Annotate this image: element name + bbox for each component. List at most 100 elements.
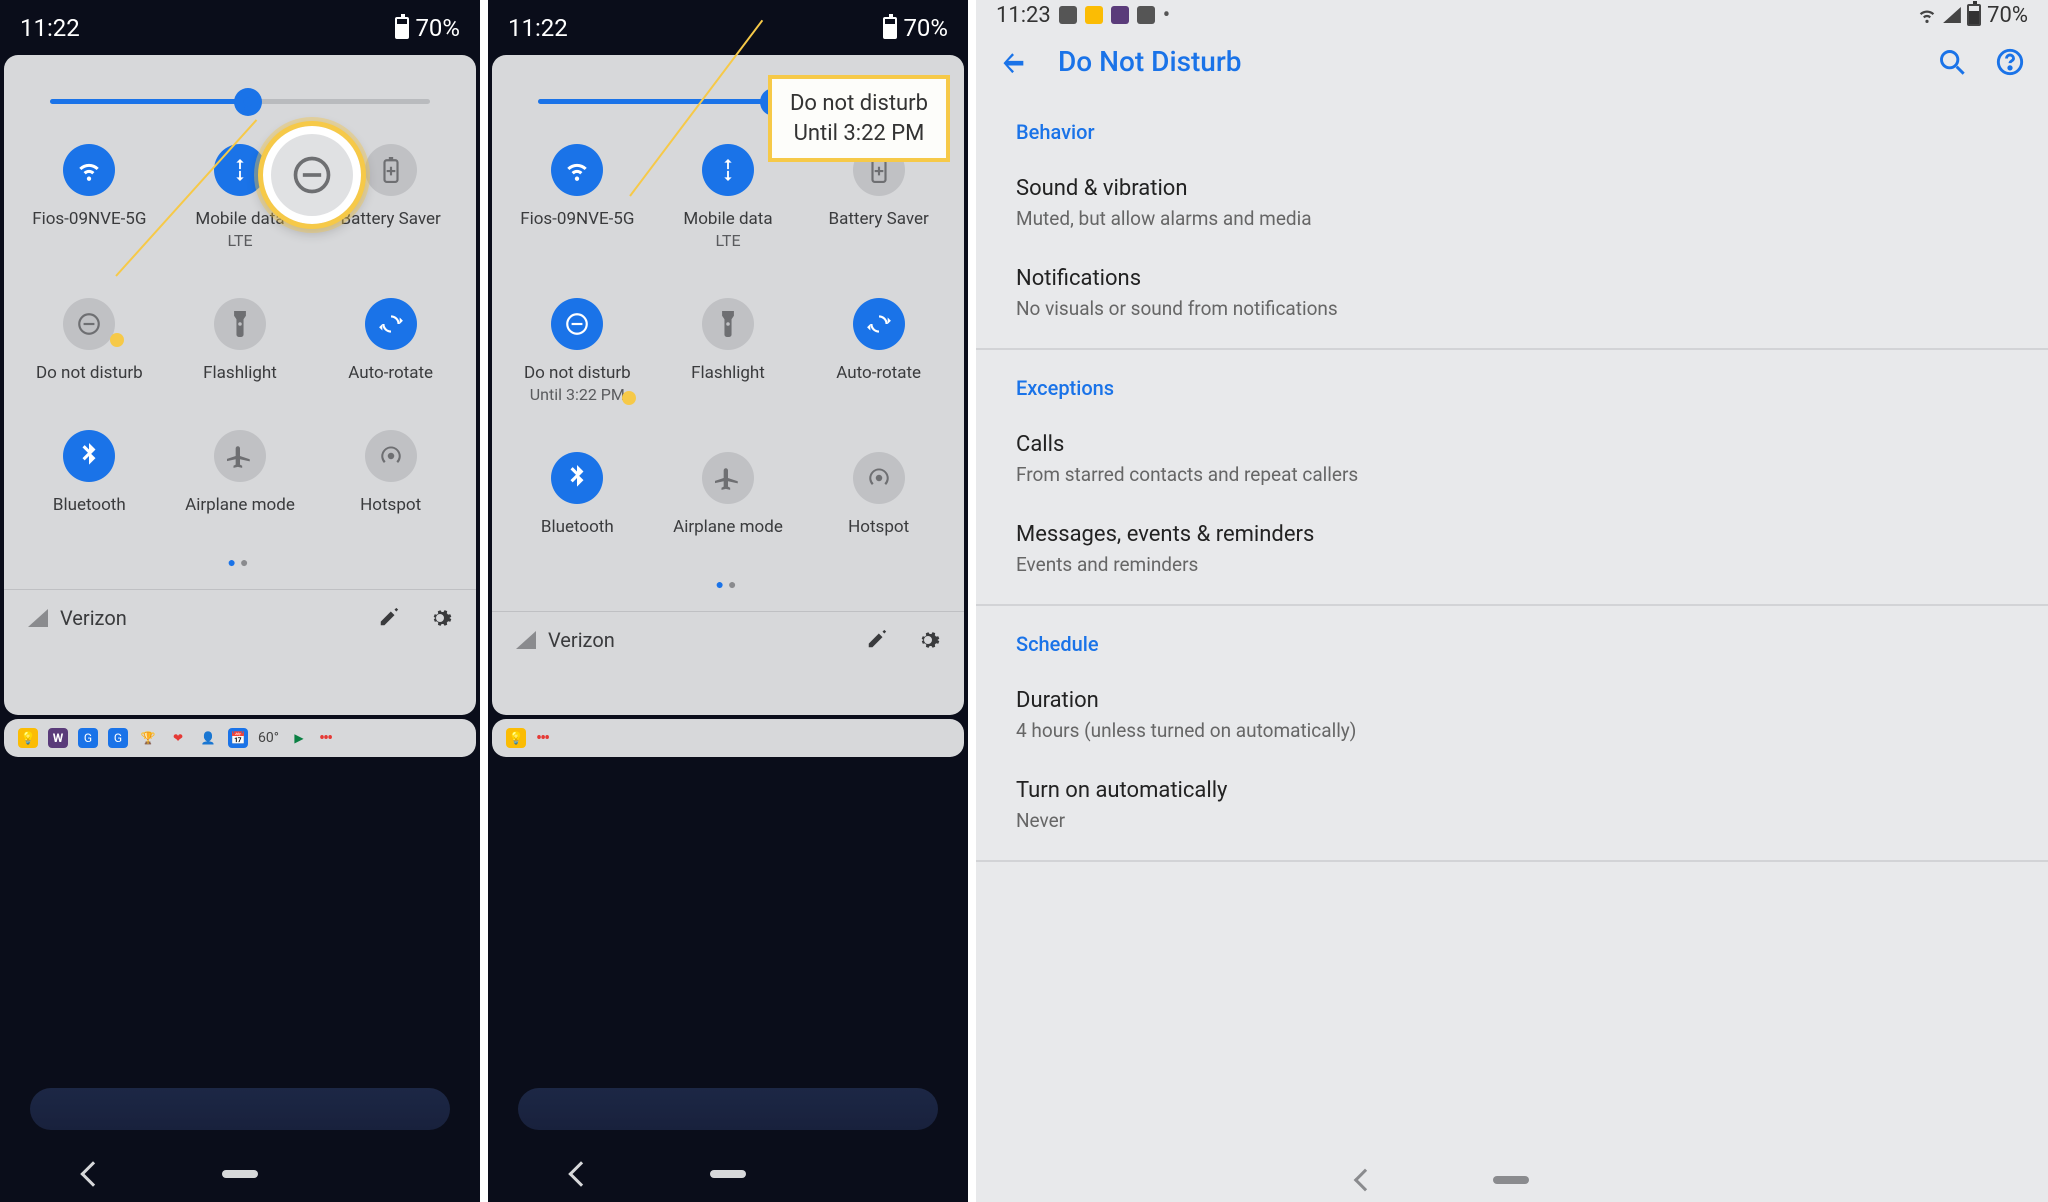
wifi-icon: [551, 144, 603, 196]
section-exceptions: Exceptions: [976, 350, 2048, 414]
tile-flashlight[interactable]: Flashlight: [653, 298, 804, 406]
bluetooth-icon: [551, 452, 603, 504]
page-indicator: ●●: [4, 536, 476, 589]
signal-icon: [516, 631, 536, 649]
tile-hotspot[interactable]: Hotspot: [315, 430, 466, 516]
auto-rotate-icon: [853, 298, 905, 350]
setting-notifications[interactable]: Notifications No visuals or sound from n…: [976, 248, 2048, 338]
page-indicator: ●●: [492, 558, 964, 611]
partial-card-peek: [518, 1088, 938, 1130]
battery-pct: 70%: [1987, 3, 2028, 28]
setting-duration[interactable]: Duration 4 hours (unless turned on autom…: [976, 670, 2048, 760]
section-behavior: Behavior: [976, 94, 2048, 158]
status-bar: 11:23 • 70%: [976, 0, 2048, 30]
nav-home-pill[interactable]: [222, 1170, 258, 1178]
nav-bar: [976, 1158, 2048, 1202]
flashlight-icon: [214, 298, 266, 350]
nav-bar: [488, 1146, 968, 1202]
airplane-icon: [214, 430, 266, 482]
battery-saver-icon: [365, 144, 417, 196]
status-app-icon: [1085, 6, 1103, 24]
search-icon[interactable]: [1938, 48, 1966, 76]
nav-bar: [0, 1146, 480, 1202]
mobile-data-icon: [702, 144, 754, 196]
help-icon[interactable]: [1996, 48, 2024, 76]
divider: [976, 860, 2048, 862]
tile-airplane-mode[interactable]: Airplane mode: [165, 430, 316, 516]
setting-calls[interactable]: Calls From starred contacts and repeat c…: [976, 414, 2048, 504]
brightness-thumb-gear-icon[interactable]: [234, 88, 262, 116]
screenshot-panel-1: 11:22 70% Fios-09NVE-5G: [0, 0, 480, 1202]
airplane-icon: [702, 452, 754, 504]
settings-gear-icon[interactable]: [428, 606, 452, 630]
status-right: 70%: [883, 14, 948, 42]
setting-turn-on-auto[interactable]: Turn on automatically Never: [976, 760, 2048, 850]
tile-bluetooth[interactable]: Bluetooth: [14, 430, 165, 516]
setting-messages-events[interactable]: Messages, events & reminders Events and …: [976, 504, 2048, 594]
settings-gear-icon[interactable]: [916, 628, 940, 652]
status-app-icon: [1111, 6, 1129, 24]
notification-icon-strip[interactable]: 💡 •••: [492, 719, 964, 757]
screenshot-panel-2: 11:22 70% Do not disturb Until 3:22 PM F…: [488, 0, 968, 1202]
page-title: Do Not Disturb: [1058, 45, 1908, 78]
tile-bluetooth[interactable]: Bluetooth: [502, 452, 653, 538]
edit-icon[interactable]: [866, 628, 888, 650]
battery-pct: 70%: [415, 14, 460, 42]
auto-rotate-icon: [365, 298, 417, 350]
status-app-icon: [1137, 6, 1155, 24]
magnifier-callout: [258, 121, 366, 229]
bluetooth-icon: [63, 430, 115, 482]
nav-back-icon[interactable]: [568, 1161, 593, 1186]
carrier-label: Verizon: [516, 628, 615, 652]
wifi-icon: [63, 144, 115, 196]
status-time: 11:22: [20, 14, 80, 42]
status-bar: 11:22 70%: [488, 0, 968, 55]
setting-sound-vibration[interactable]: Sound & vibration Muted, but allow alarm…: [976, 158, 2048, 248]
section-schedule: Schedule: [976, 606, 2048, 670]
qs-footer: Verizon: [492, 611, 964, 668]
signal-icon: [1943, 7, 1961, 23]
status-right: 70%: [395, 14, 460, 42]
quick-settings-panel: Do not disturb Until 3:22 PM Fios-09NVE-…: [492, 55, 964, 715]
tile-auto-rotate[interactable]: Auto-rotate: [803, 298, 954, 406]
hotspot-icon: [365, 430, 417, 482]
status-app-icon: [1059, 6, 1077, 24]
partial-card-peek: [30, 1088, 450, 1130]
nav-home-pill[interactable]: [710, 1170, 746, 1178]
nav-back-icon[interactable]: [1354, 1169, 1377, 1192]
brightness-slider-row: [4, 55, 476, 134]
brightness-slider[interactable]: [50, 99, 430, 104]
status-time: 11:23: [996, 3, 1051, 28]
tile-auto-rotate[interactable]: Auto-rotate: [315, 298, 466, 384]
callout-leader-dot: [622, 391, 636, 405]
dnd-icon: [551, 298, 603, 350]
hotspot-icon: [853, 452, 905, 504]
battery-pct: 70%: [903, 14, 948, 42]
status-time: 11:22: [508, 14, 568, 42]
qs-tiles-grid: Fios-09NVE-5G Mobile dataLTE Battery Sav…: [492, 134, 964, 558]
battery-icon: [1967, 4, 1981, 26]
text-callout: Do not disturb Until 3:22 PM: [768, 75, 950, 162]
notification-icon-strip[interactable]: 💡 W G G 🏆 ❤ 👤 📅 60° ▶ •••: [4, 719, 476, 757]
tile-flashlight[interactable]: Flashlight: [165, 298, 316, 384]
tile-wifi[interactable]: Fios-09NVE-5G: [502, 144, 653, 252]
signal-icon: [28, 609, 48, 627]
battery-icon: [395, 17, 409, 39]
tile-wifi[interactable]: Fios-09NVE-5G: [14, 144, 165, 252]
battery-icon: [883, 17, 897, 39]
callout-leader-dot: [110, 333, 124, 347]
back-arrow-icon[interactable]: [1000, 48, 1028, 76]
wifi-icon: [1917, 7, 1937, 23]
status-bar: 11:22 70%: [0, 0, 480, 55]
app-bar: Do Not Disturb: [976, 30, 2048, 94]
dnd-icon: [63, 298, 115, 350]
tile-do-not-disturb[interactable]: Do not disturb: [14, 298, 165, 384]
carrier-label: Verizon: [28, 606, 127, 630]
tile-hotspot[interactable]: Hotspot: [803, 452, 954, 538]
nav-home-pill[interactable]: [1493, 1176, 1529, 1184]
tile-airplane-mode[interactable]: Airplane mode: [653, 452, 804, 538]
screenshot-panel-3: 11:23 • 70% Do Not Disturb Behavior Soun…: [976, 0, 2048, 1202]
nav-back-icon[interactable]: [80, 1161, 105, 1186]
edit-icon[interactable]: [378, 606, 400, 628]
qs-footer: Verizon: [4, 589, 476, 646]
